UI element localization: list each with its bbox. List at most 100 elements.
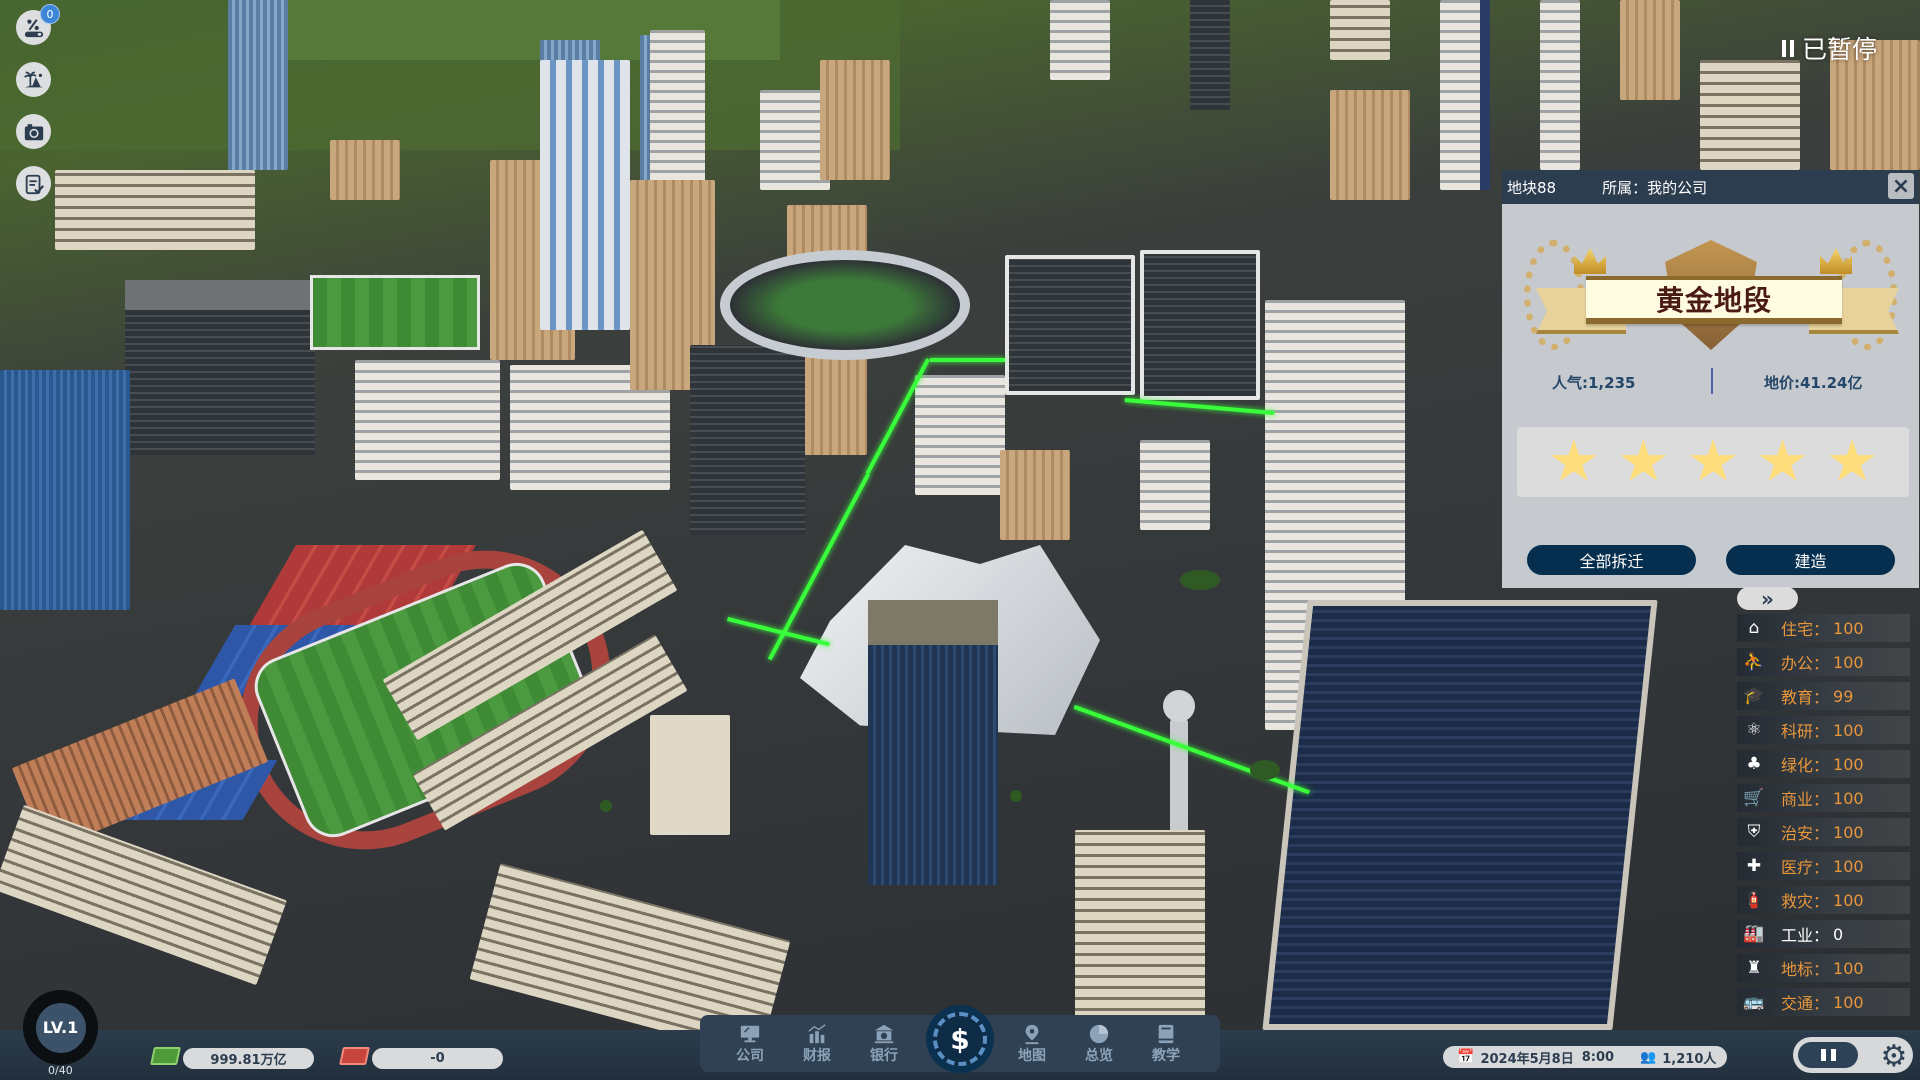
stat-separator: ： <box>1813 790 1830 809</box>
nav-tutorial-label: 教学 <box>1152 1048 1180 1064</box>
nav-map[interactable]: 地图 <box>1002 1019 1062 1069</box>
stat-value: 100 <box>1833 822 1864 842</box>
land-price: 地价:41.24亿 <box>1764 374 1863 392</box>
debt-amount: -0 <box>372 1048 503 1069</box>
stat-row: ⛨ 治安： 100 <box>1737 818 1910 846</box>
invest-button[interactable]: $ <box>926 1005 994 1073</box>
settings-button[interactable]: ⚙ <box>1878 1039 1910 1074</box>
dollar-icon: $ <box>933 1012 987 1066</box>
plot-stats: 人气:1,235 地价:41.24亿 <box>1502 368 1919 396</box>
stat-value: 100 <box>1833 652 1864 672</box>
stat-label: 治安： <box>1781 820 1829 844</box>
stat-value: 100 <box>1833 754 1864 774</box>
paused-indicator: 已暂停 <box>1782 30 1877 66</box>
population: 1,210人 <box>1662 1051 1717 1067</box>
double-chevron-right-icon: » <box>1761 586 1774 611</box>
star-icon <box>1620 439 1667 481</box>
stat-value: 100 <box>1833 890 1864 910</box>
stat-label: 教育： <box>1781 684 1829 708</box>
stat-value: 100 <box>1833 856 1864 876</box>
pause-icon <box>1782 39 1794 57</box>
stat-separator: ： <box>1813 926 1830 945</box>
roof <box>125 280 315 310</box>
plot-owner: 所属： 我的公司 <box>1602 177 1707 198</box>
stat-name: 医疗 <box>1781 858 1814 877</box>
police-shield-icon: ⛨ <box>1747 822 1761 842</box>
map-pin-icon <box>1025 1024 1039 1045</box>
date-population-pill: 📅 2024年5月8日 8:00 👥 1,210人 <box>1443 1046 1727 1068</box>
skyscraper <box>1262 600 1658 1030</box>
panel-header: 地块88 所属： 我的公司 × <box>1502 170 1919 204</box>
nav-overview[interactable]: 总览 <box>1069 1019 1129 1069</box>
game-time: 8:00 <box>1581 1049 1615 1065</box>
stat-label: 科研： <box>1781 718 1829 742</box>
game-date: 2024年5月8日 <box>1480 1051 1574 1067</box>
island-icon <box>23 71 43 87</box>
stat-row: 🧯 救灾： 100 <box>1737 886 1910 914</box>
tasks-button[interactable] <box>16 166 51 201</box>
building <box>1540 0 1580 170</box>
star-icon <box>1550 439 1597 481</box>
tree <box>1250 760 1280 780</box>
stat-name: 交通 <box>1781 994 1814 1013</box>
stat-row: ⚛ 科研： 100 <box>1737 716 1910 744</box>
stat-label: 交通： <box>1781 990 1829 1014</box>
stat-value: 100 <box>1833 618 1864 638</box>
stat-label: 工业： <box>1781 922 1829 946</box>
stat-separator: ： <box>1813 858 1830 877</box>
plot-id: 地块88 <box>1507 178 1557 197</box>
bank-icon <box>874 1024 894 1044</box>
stat-separator: ： <box>1813 892 1830 911</box>
demolish-all-button[interactable]: 全部拆迁 <box>1527 545 1696 575</box>
golden-plot-emblem: 黄金地段 <box>1502 210 1919 360</box>
nav-overview-label: 总览 <box>1085 1048 1113 1064</box>
arch-monument <box>650 715 730 835</box>
atom-icon: ⚛ <box>1746 720 1762 740</box>
camera-icon <box>24 123 43 140</box>
level-badge[interactable]: LV.1 <box>23 990 98 1065</box>
monitor-icon <box>740 1025 760 1043</box>
stat-row: ⌂ 住宅： 100 <box>1737 614 1910 642</box>
debt-icon <box>339 1047 370 1065</box>
population-icon: 👥 <box>1640 1049 1657 1065</box>
close-button[interactable]: × <box>1888 173 1914 199</box>
stat-value: 100 <box>1833 992 1864 1012</box>
building <box>1140 440 1210 530</box>
camera-button[interactable] <box>16 114 51 149</box>
building <box>228 0 288 170</box>
stat-name: 科研 <box>1781 722 1814 741</box>
stat-name: 绿化 <box>1781 756 1814 775</box>
pause-button[interactable] <box>1798 1042 1858 1068</box>
building <box>0 804 287 986</box>
building <box>1620 0 1680 100</box>
roof <box>868 600 998 645</box>
stat-separator: ： <box>1813 756 1830 775</box>
nav-bank[interactable]: 银行 <box>854 1019 914 1069</box>
stat-name: 教育 <box>1781 688 1814 707</box>
bar-chart-icon <box>808 1024 826 1044</box>
cash-amount: 999.81万亿 <box>183 1048 314 1069</box>
shopping-cart-icon: 🛒 <box>1743 788 1765 808</box>
stat-value: 100 <box>1833 958 1864 978</box>
nav-tutorial[interactable]: 教学 <box>1136 1019 1196 1069</box>
nav-finance[interactable]: 财报 <box>787 1019 847 1069</box>
stat-row: 🚌 交通： 100 <box>1737 988 1910 1016</box>
building <box>1190 0 1230 110</box>
stat-separator: ： <box>1813 960 1830 979</box>
plot-boundary <box>930 358 1005 362</box>
crown-icon <box>1574 248 1606 274</box>
sports-field <box>310 275 480 350</box>
tree <box>1010 790 1022 802</box>
stat-value: 99 <box>1833 686 1854 706</box>
building <box>915 375 1005 495</box>
scenery-button[interactable] <box>16 62 51 97</box>
build-button[interactable]: 建造 <box>1726 545 1895 575</box>
building <box>1700 60 1800 170</box>
cash-icon <box>150 1047 181 1065</box>
expand-button[interactable]: » <box>1737 586 1798 611</box>
nav-company[interactable]: 公司 <box>720 1019 780 1069</box>
book-icon <box>1158 1024 1174 1044</box>
stadium <box>720 250 970 360</box>
stat-label: 办公： <box>1781 650 1829 674</box>
tower-icon: ♜ <box>1746 958 1762 978</box>
